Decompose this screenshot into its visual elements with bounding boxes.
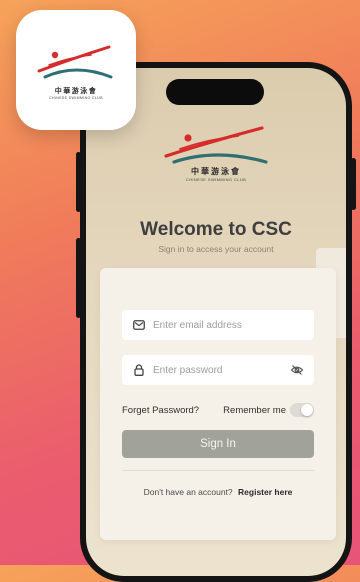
eye-off-icon[interactable]	[290, 363, 304, 377]
lock-icon	[132, 363, 146, 377]
login-card: Forget Password? Remember me Sign In Don…	[100, 268, 336, 540]
toggle-knob	[301, 404, 313, 416]
logo-english-text: CHINESE SWIMMING CLUB	[185, 177, 247, 182]
swimmer-logo-icon	[37, 45, 113, 78]
phone-side-button	[351, 158, 356, 210]
swimmer-logo-icon	[164, 126, 268, 164]
phone-frame: 中華游泳會 CHINESE SWIMMING CLUB Welcome to C…	[76, 62, 356, 582]
club-logo: 中華游泳會 CHINESE SWIMMING CLUB	[154, 124, 278, 182]
forgot-password-link[interactable]: Forget Password?	[122, 405, 199, 416]
email-field[interactable]	[122, 310, 314, 340]
password-field[interactable]	[122, 355, 314, 385]
app-icon-logo-english: CHINESE SWIMMING CLUB	[49, 95, 103, 100]
remember-me: Remember me	[223, 403, 314, 417]
phone-side-button	[76, 238, 81, 318]
email-input[interactable]	[153, 319, 283, 331]
logo-chinese-text: 中華游泳會	[191, 167, 241, 176]
register-row: Don't have an account? Register here	[100, 487, 336, 497]
remember-me-label: Remember me	[223, 404, 286, 416]
app-icon-logo-chinese: 中華游泳會	[54, 86, 98, 95]
phone-side-button	[76, 152, 81, 212]
register-prompt: Don't have an account?	[143, 487, 233, 497]
divider	[122, 470, 314, 471]
options-row: Forget Password? Remember me	[122, 401, 314, 419]
envelope-icon	[132, 318, 146, 332]
register-link[interactable]: Register here	[238, 487, 292, 497]
app-icon-logo: 中華游泳會 CHINESE SWIMMING CLUB	[31, 41, 121, 100]
sign-in-button[interactable]: Sign In	[122, 430, 314, 458]
page-subtitle: Sign in to access your account	[158, 244, 274, 254]
app-icon: 中華游泳會 CHINESE SWIMMING CLUB	[16, 10, 136, 130]
page-title: Welcome to CSC	[140, 219, 292, 240]
remember-me-toggle[interactable]	[290, 403, 314, 417]
dynamic-island	[166, 79, 264, 105]
password-input[interactable]	[153, 364, 283, 376]
phone-screen: 中華游泳會 CHINESE SWIMMING CLUB Welcome to C…	[86, 68, 346, 576]
